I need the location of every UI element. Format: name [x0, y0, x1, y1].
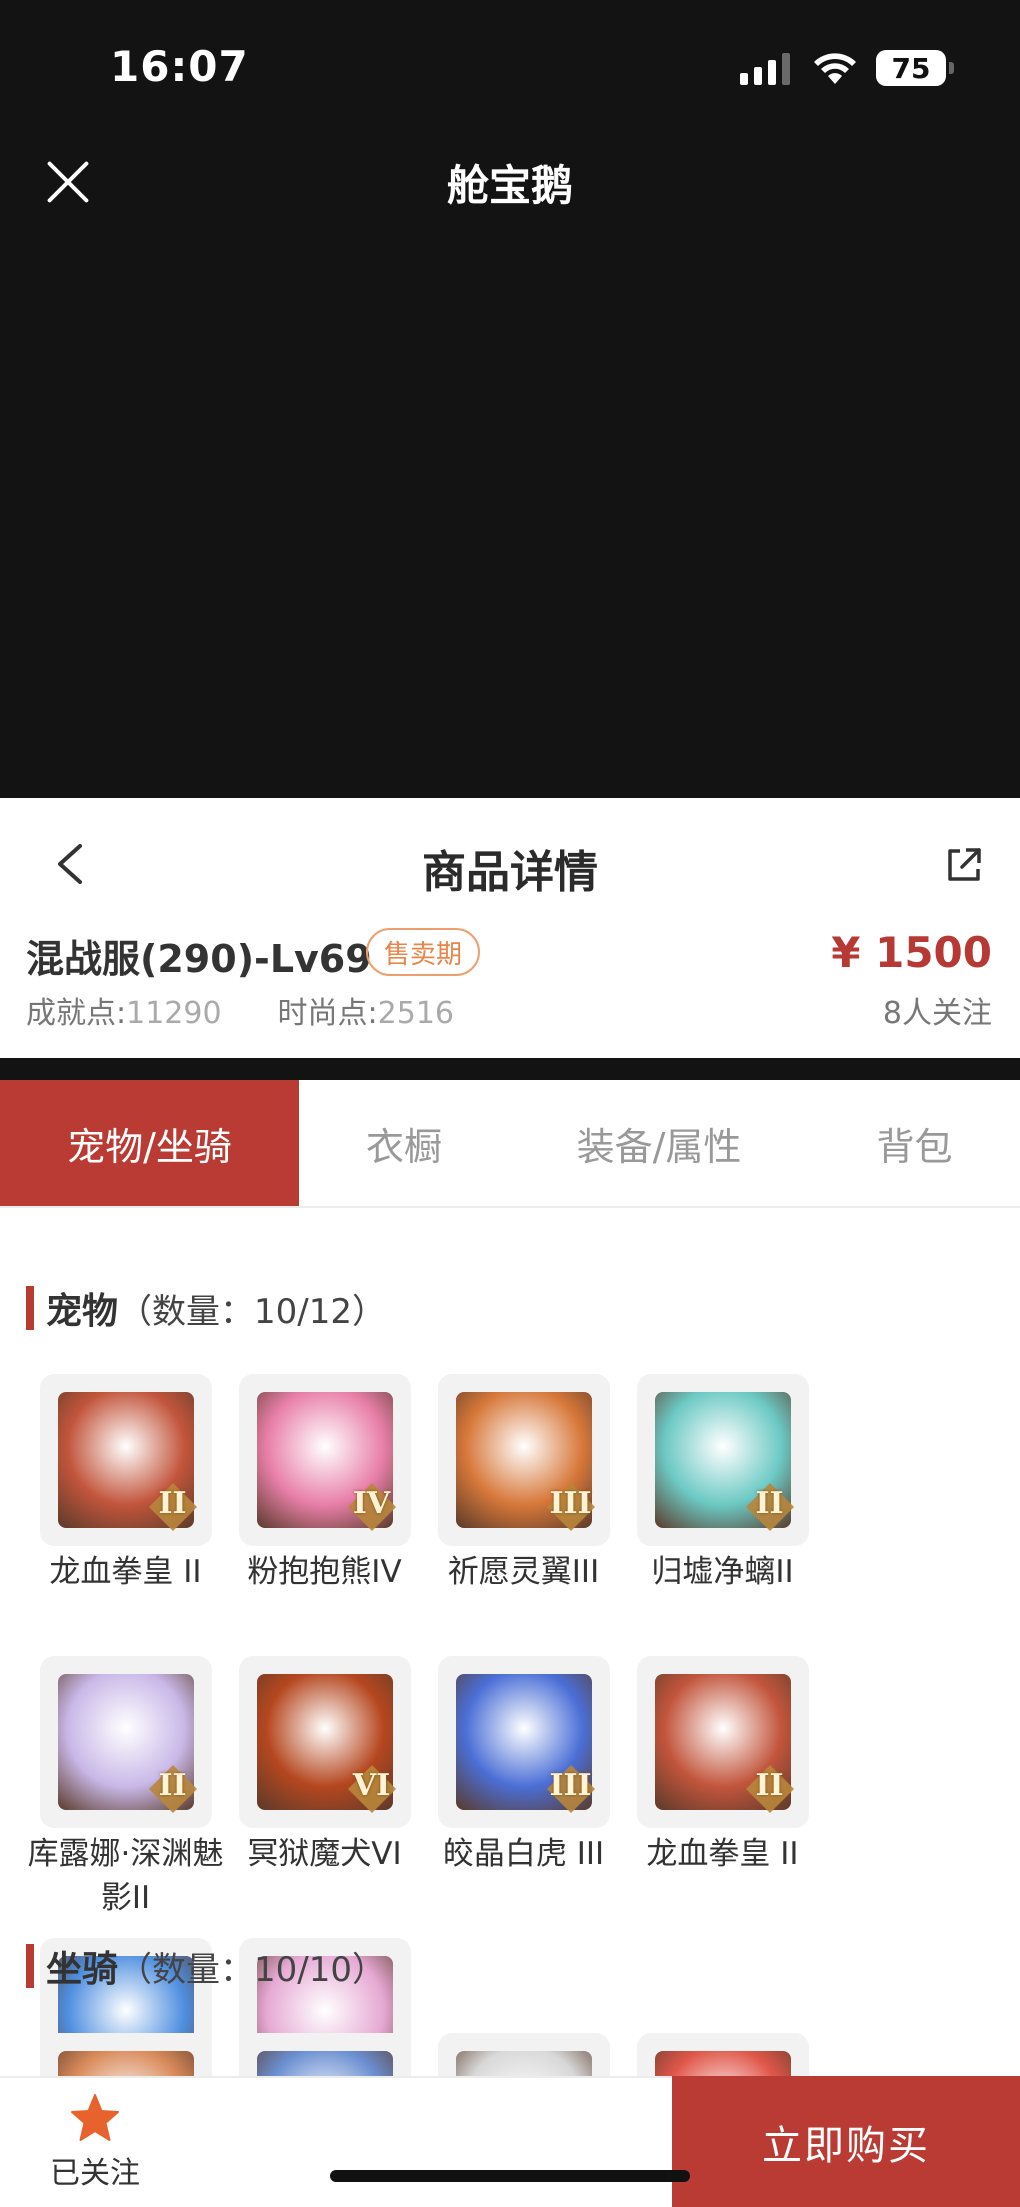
pets-section-count: （数量：10/12） — [118, 1291, 386, 1332]
battery-level: 75 — [891, 51, 931, 85]
fashion-label: 时尚点: — [277, 996, 378, 1031]
tier-badge: II — [144, 1478, 202, 1536]
pet-item[interactable]: II 归墟净螭II — [623, 1374, 822, 1656]
pet-thumbnail: IV — [238, 1374, 411, 1546]
pet-item[interactable]: IV 粉抱抱熊IV — [225, 1374, 424, 1656]
pet-name: 库露娜·深渊魅影II — [27, 1836, 224, 1916]
pet-item[interactable]: III 皎晶白虎 III — [424, 1656, 623, 1938]
tab-bar: 宠物/坐骑 衣橱 装备/属性 背包 — [0, 1080, 1020, 1208]
pet-item[interactable]: II 龙血拳皇 II — [623, 1656, 822, 1938]
tier-text: II — [755, 1768, 784, 1803]
pet-item[interactable]: II 龙血拳皇 II — [26, 1374, 225, 1656]
tab-equipment-attributes[interactable]: 装备/属性 — [509, 1080, 809, 1206]
pet-name: 冥狱魔犬VI — [247, 1836, 402, 1872]
share-icon[interactable] — [944, 845, 984, 885]
page-title: 商品详情 — [422, 847, 598, 898]
pet-name: 龙血拳皇 II — [646, 1836, 799, 1872]
tier-badge: IV — [343, 1478, 401, 1536]
tier-text: III — [549, 1486, 592, 1521]
mounts-section-title: 坐骑 （数量：10/10） — [26, 1940, 386, 1992]
item-stats: 成就点:11290 时尚点:2516 — [26, 988, 454, 1032]
item-price: ¥ 1500 — [831, 928, 992, 977]
pet-name: 祈愿灵翼III — [447, 1554, 600, 1590]
tier-text: IV — [352, 1486, 391, 1521]
pet-name: 龙血拳皇 II — [49, 1554, 202, 1590]
follower-count: 8人关注 — [882, 996, 992, 1031]
pet-name: 归墟净螭II — [651, 1554, 794, 1590]
tier-badge: III — [542, 1478, 600, 1536]
app-title: 舱宝鹅 — [446, 161, 573, 210]
pet-item[interactable]: VI 冥狱魔犬VI — [225, 1656, 424, 1938]
status-icons: 75 — [740, 48, 954, 88]
tier-badge: II — [741, 1760, 799, 1818]
tier-badge: III — [542, 1760, 600, 1818]
pet-thumbnail: II — [636, 1374, 809, 1546]
pet-item[interactable]: III 祈愿灵翼III — [424, 1374, 623, 1656]
follow-button[interactable]: 已关注 — [40, 2092, 150, 2192]
pet-name: 粉抱抱熊IV — [247, 1554, 402, 1590]
home-indicator — [330, 2170, 690, 2182]
tier-text: II — [158, 1768, 187, 1803]
wifi-icon — [814, 53, 856, 84]
tier-badge: VI — [343, 1760, 401, 1818]
star-icon — [71, 2094, 119, 2141]
tier-text: VI — [352, 1768, 391, 1803]
pet-thumbnail: II — [39, 1656, 212, 1828]
status-time: 16:07 — [110, 42, 249, 91]
tier-badge: II — [741, 1478, 799, 1536]
item-title: 混战服(290)-Lv69 — [26, 937, 372, 981]
buy-now-button[interactable]: 立即购买 — [672, 2076, 1020, 2207]
webview-dark-area — [0, 0, 1020, 800]
tier-badge: II — [144, 1760, 202, 1818]
tier-text: III — [549, 1768, 592, 1803]
mounts-section-count: （数量：10/10） — [118, 1949, 386, 1990]
mounts-section-name: 坐骑 — [46, 1949, 119, 1990]
achievement-value: 11290 — [126, 996, 222, 1031]
pet-item[interactable]: II 库露娜·深渊魅影II — [26, 1656, 225, 1938]
pet-thumbnail: II — [39, 1374, 212, 1546]
pet-thumbnail: VI — [238, 1656, 411, 1828]
pets-section-title: 宠物 （数量：10/12） — [26, 1282, 386, 1334]
achievement-label: 成就点: — [26, 996, 127, 1031]
pet-thumbnail: II — [636, 1656, 809, 1828]
pet-thumbnail: III — [437, 1656, 610, 1828]
pet-thumbnail: III — [437, 1374, 610, 1546]
tier-text: II — [755, 1486, 784, 1521]
follow-label: 已关注 — [50, 2156, 140, 2191]
battery-icon: 75 — [876, 50, 954, 86]
fashion-value: 2516 — [377, 996, 455, 1031]
pets-section-name: 宠物 — [46, 1291, 119, 1332]
pet-name: 皎晶白虎 III — [442, 1836, 605, 1872]
divider-bar — [0, 1058, 1020, 1080]
tab-pets-mounts[interactable]: 宠物/坐骑 — [0, 1080, 299, 1206]
tier-text: II — [158, 1486, 187, 1521]
sale-status-badge: 售卖期 — [366, 928, 481, 976]
tab-wardrobe[interactable]: 衣橱 — [299, 1080, 509, 1206]
cellular-signal-icon — [740, 51, 790, 85]
tab-backpack[interactable]: 背包 — [809, 1080, 1020, 1206]
